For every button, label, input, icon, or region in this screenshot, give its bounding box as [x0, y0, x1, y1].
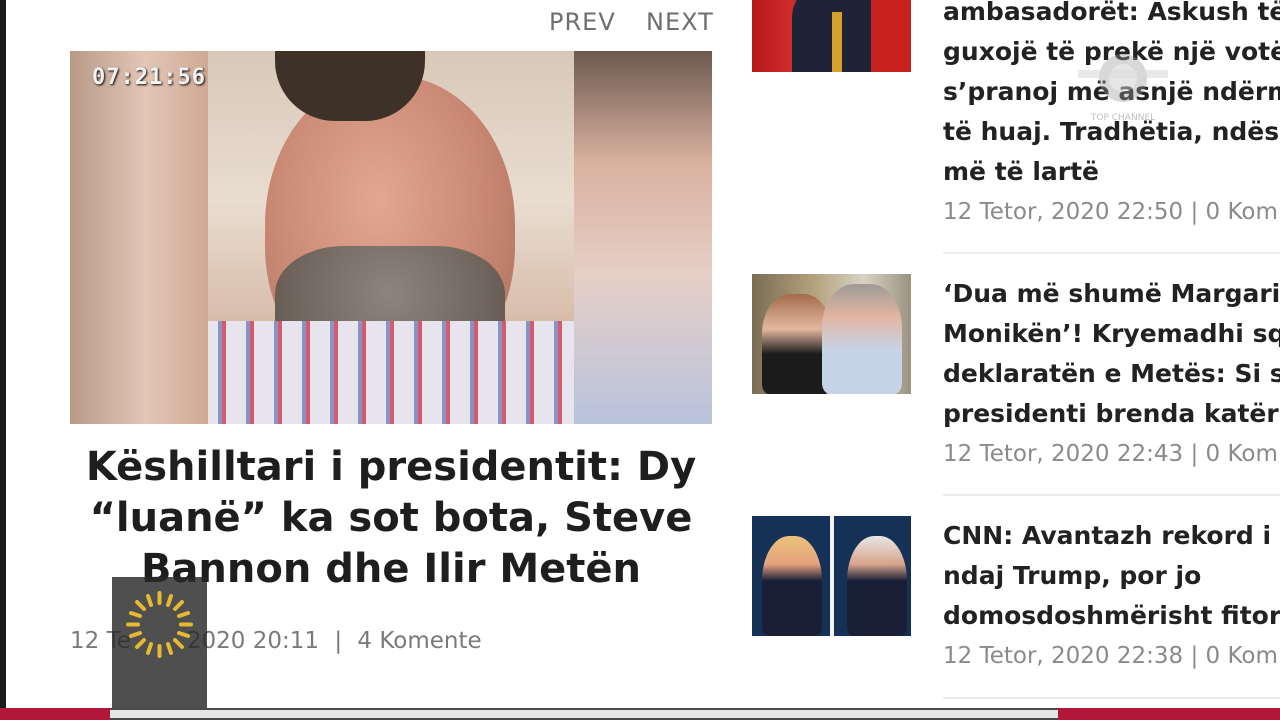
- side-article-2-thumbnail[interactable]: [752, 274, 911, 394]
- side-article-3-title[interactable]: CNN: Avantazh rekord i ndaj Trump, por j…: [943, 516, 1280, 636]
- bottom-bar-red-right: [1058, 708, 1280, 720]
- side-article-1-meta: 12 Tetor, 2020 22:50 | 0 Kom: [943, 199, 1278, 225]
- title-line: më të lartë: [943, 157, 1099, 186]
- title-line: deklaratën e Metës: Si si: [943, 359, 1280, 388]
- title-line: domosdoshmërisht fitor: [943, 601, 1280, 630]
- loading-spinner-icon: [126, 591, 193, 658]
- left-edge: [0, 0, 6, 720]
- side-article-1-thumbnail[interactable]: [752, 0, 911, 72]
- main-article-title[interactable]: Këshilltari i presidentit: Dy “luanë” ka…: [70, 442, 712, 595]
- title-line: Monikën’! Kryemadhi sq: [943, 319, 1280, 348]
- side-article-3-thumbnail[interactable]: [752, 516, 911, 636]
- title-line: ndaj Trump, por jo: [943, 561, 1202, 590]
- thumb-tie: [832, 12, 842, 72]
- thumb-divider: [830, 516, 834, 636]
- title-line: CNN: Avantazh rekord i: [943, 521, 1272, 550]
- thumb-flag: [871, 0, 911, 72]
- thumb-figure: [822, 284, 902, 394]
- logo-text: TOP CHANNEL: [1090, 113, 1155, 123]
- main-article-photo[interactable]: 07:21:56: [70, 51, 712, 424]
- divider: [943, 252, 1280, 254]
- divider: [943, 494, 1280, 496]
- side-article-3-meta: 12 Tetor, 2020 22:38 | 0 Kom: [943, 643, 1278, 669]
- title-line: ‘Dua më shumë Margarit: [943, 279, 1280, 308]
- bottom-bar: [0, 708, 1280, 720]
- bottom-scroll-track[interactable]: [110, 710, 1058, 718]
- thumb-figure: [847, 536, 907, 636]
- prev-link[interactable]: PREV: [549, 8, 616, 36]
- side-article-2-title[interactable]: ‘Dua më shumë Margarit Monikën’! Kryemad…: [943, 274, 1280, 434]
- video-timestamp: 07:21:56: [92, 65, 206, 90]
- next-link[interactable]: NEXT: [646, 8, 714, 36]
- channel-logo-icon: TOP CHANNEL: [1078, 54, 1168, 123]
- meta-separator: |: [334, 628, 343, 654]
- loading-overlay: [112, 577, 207, 720]
- photo-shirt: [208, 321, 574, 424]
- divider: [943, 697, 1280, 699]
- photo-blur-left: [70, 51, 208, 424]
- side-article-2-meta: 12 Tetor, 2020 22:43 | 0 Kom: [943, 441, 1278, 467]
- bottom-bar-red-left: [0, 708, 110, 720]
- main-article-comments[interactable]: 4 Komente: [357, 628, 481, 654]
- thumb-figure: [762, 536, 822, 636]
- photo-blur-right: [574, 51, 712, 424]
- title-line: presidenti brenda katër: [943, 399, 1279, 428]
- title-line: ambasadorët: Askush të: [943, 0, 1280, 26]
